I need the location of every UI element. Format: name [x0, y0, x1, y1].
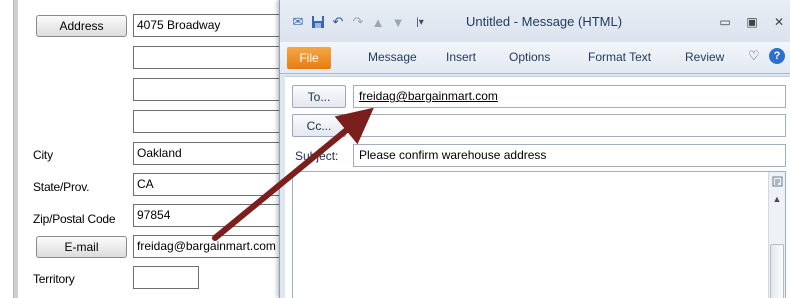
- restore-icon[interactable]: ▣: [742, 14, 762, 30]
- territory-field[interactable]: [133, 266, 199, 289]
- tab-format-text[interactable]: Format Text: [588, 50, 651, 64]
- minimize-icon[interactable]: ▭: [715, 14, 735, 30]
- address-line-1-field[interactable]: 4075 Broadway: [133, 14, 283, 37]
- minimize-ribbon-icon[interactable]: ♡: [748, 48, 760, 64]
- redo-icon[interactable]: ↷: [350, 14, 366, 30]
- to-button[interactable]: To...: [292, 85, 346, 108]
- scroll-thumb[interactable]: [770, 244, 784, 298]
- to-field[interactable]: freidag@bargainmart.com: [353, 85, 786, 108]
- address-line-2-field[interactable]: [133, 46, 283, 69]
- zip-label: Zip/Postal Code: [33, 212, 116, 226]
- ribbon-tabs: File Message Insert Options Format Text …: [280, 42, 790, 74]
- left-divider: [13, 0, 18, 298]
- zip-field[interactable]: 97854: [133, 204, 283, 227]
- scroll-up-icon[interactable]: ▲: [770, 192, 784, 206]
- tab-options[interactable]: Options: [509, 50, 550, 64]
- email-button[interactable]: E-mail: [36, 236, 127, 258]
- scroll-options-icon[interactable]: [770, 174, 784, 188]
- address-button[interactable]: Address: [36, 15, 127, 37]
- close-icon[interactable]: ✕: [769, 14, 789, 30]
- state-label: State/Prov.: [33, 180, 90, 194]
- window-title: Untitled - Message (HTML): [466, 14, 623, 29]
- outlook-icon[interactable]: ✉: [290, 14, 306, 30]
- address-line-3-field[interactable]: [133, 78, 283, 101]
- to-recipient[interactable]: freidag@bargainmart.com: [359, 89, 498, 103]
- undo-icon[interactable]: ↶: [330, 14, 346, 30]
- vertical-scrollbar[interactable]: ▲: [768, 172, 785, 298]
- cc-button[interactable]: Cc...: [292, 114, 346, 137]
- tab-review[interactable]: Review: [685, 50, 724, 64]
- address-line-4-field[interactable]: [133, 110, 283, 133]
- tab-file[interactable]: File: [287, 47, 331, 69]
- tab-insert[interactable]: Insert: [446, 50, 476, 64]
- territory-label: Territory: [33, 272, 75, 286]
- subject-label: Subject:: [295, 149, 339, 163]
- subject-field[interactable]: Please confirm warehouse address: [353, 144, 786, 167]
- title-bar: ✉ ↶ ↷ ▲ ▼ |▾ Untitled - Message (HTML) ▭…: [280, 0, 790, 42]
- city-label: City: [33, 148, 53, 162]
- up-arrow-icon[interactable]: ▲: [370, 14, 386, 30]
- save-icon[interactable]: [310, 14, 326, 30]
- city-field[interactable]: Oakland: [133, 142, 283, 165]
- compose-area: To... freidag@bargainmart.com Cc... Subj…: [285, 76, 790, 298]
- state-field[interactable]: CA: [133, 173, 283, 196]
- message-body[interactable]: ▲: [292, 171, 786, 298]
- down-arrow-icon[interactable]: ▼: [390, 14, 406, 30]
- tab-message[interactable]: Message: [368, 50, 417, 64]
- email-field[interactable]: freidag@bargainmart.com: [133, 235, 283, 258]
- customize-toolbar-icon[interactable]: |▾: [412, 14, 428, 30]
- cc-field[interactable]: [353, 114, 786, 137]
- help-icon[interactable]: ?: [769, 48, 785, 64]
- message-window: ✉ ↶ ↷ ▲ ▼ |▾ Untitled - Message (HTML) ▭…: [279, 0, 790, 298]
